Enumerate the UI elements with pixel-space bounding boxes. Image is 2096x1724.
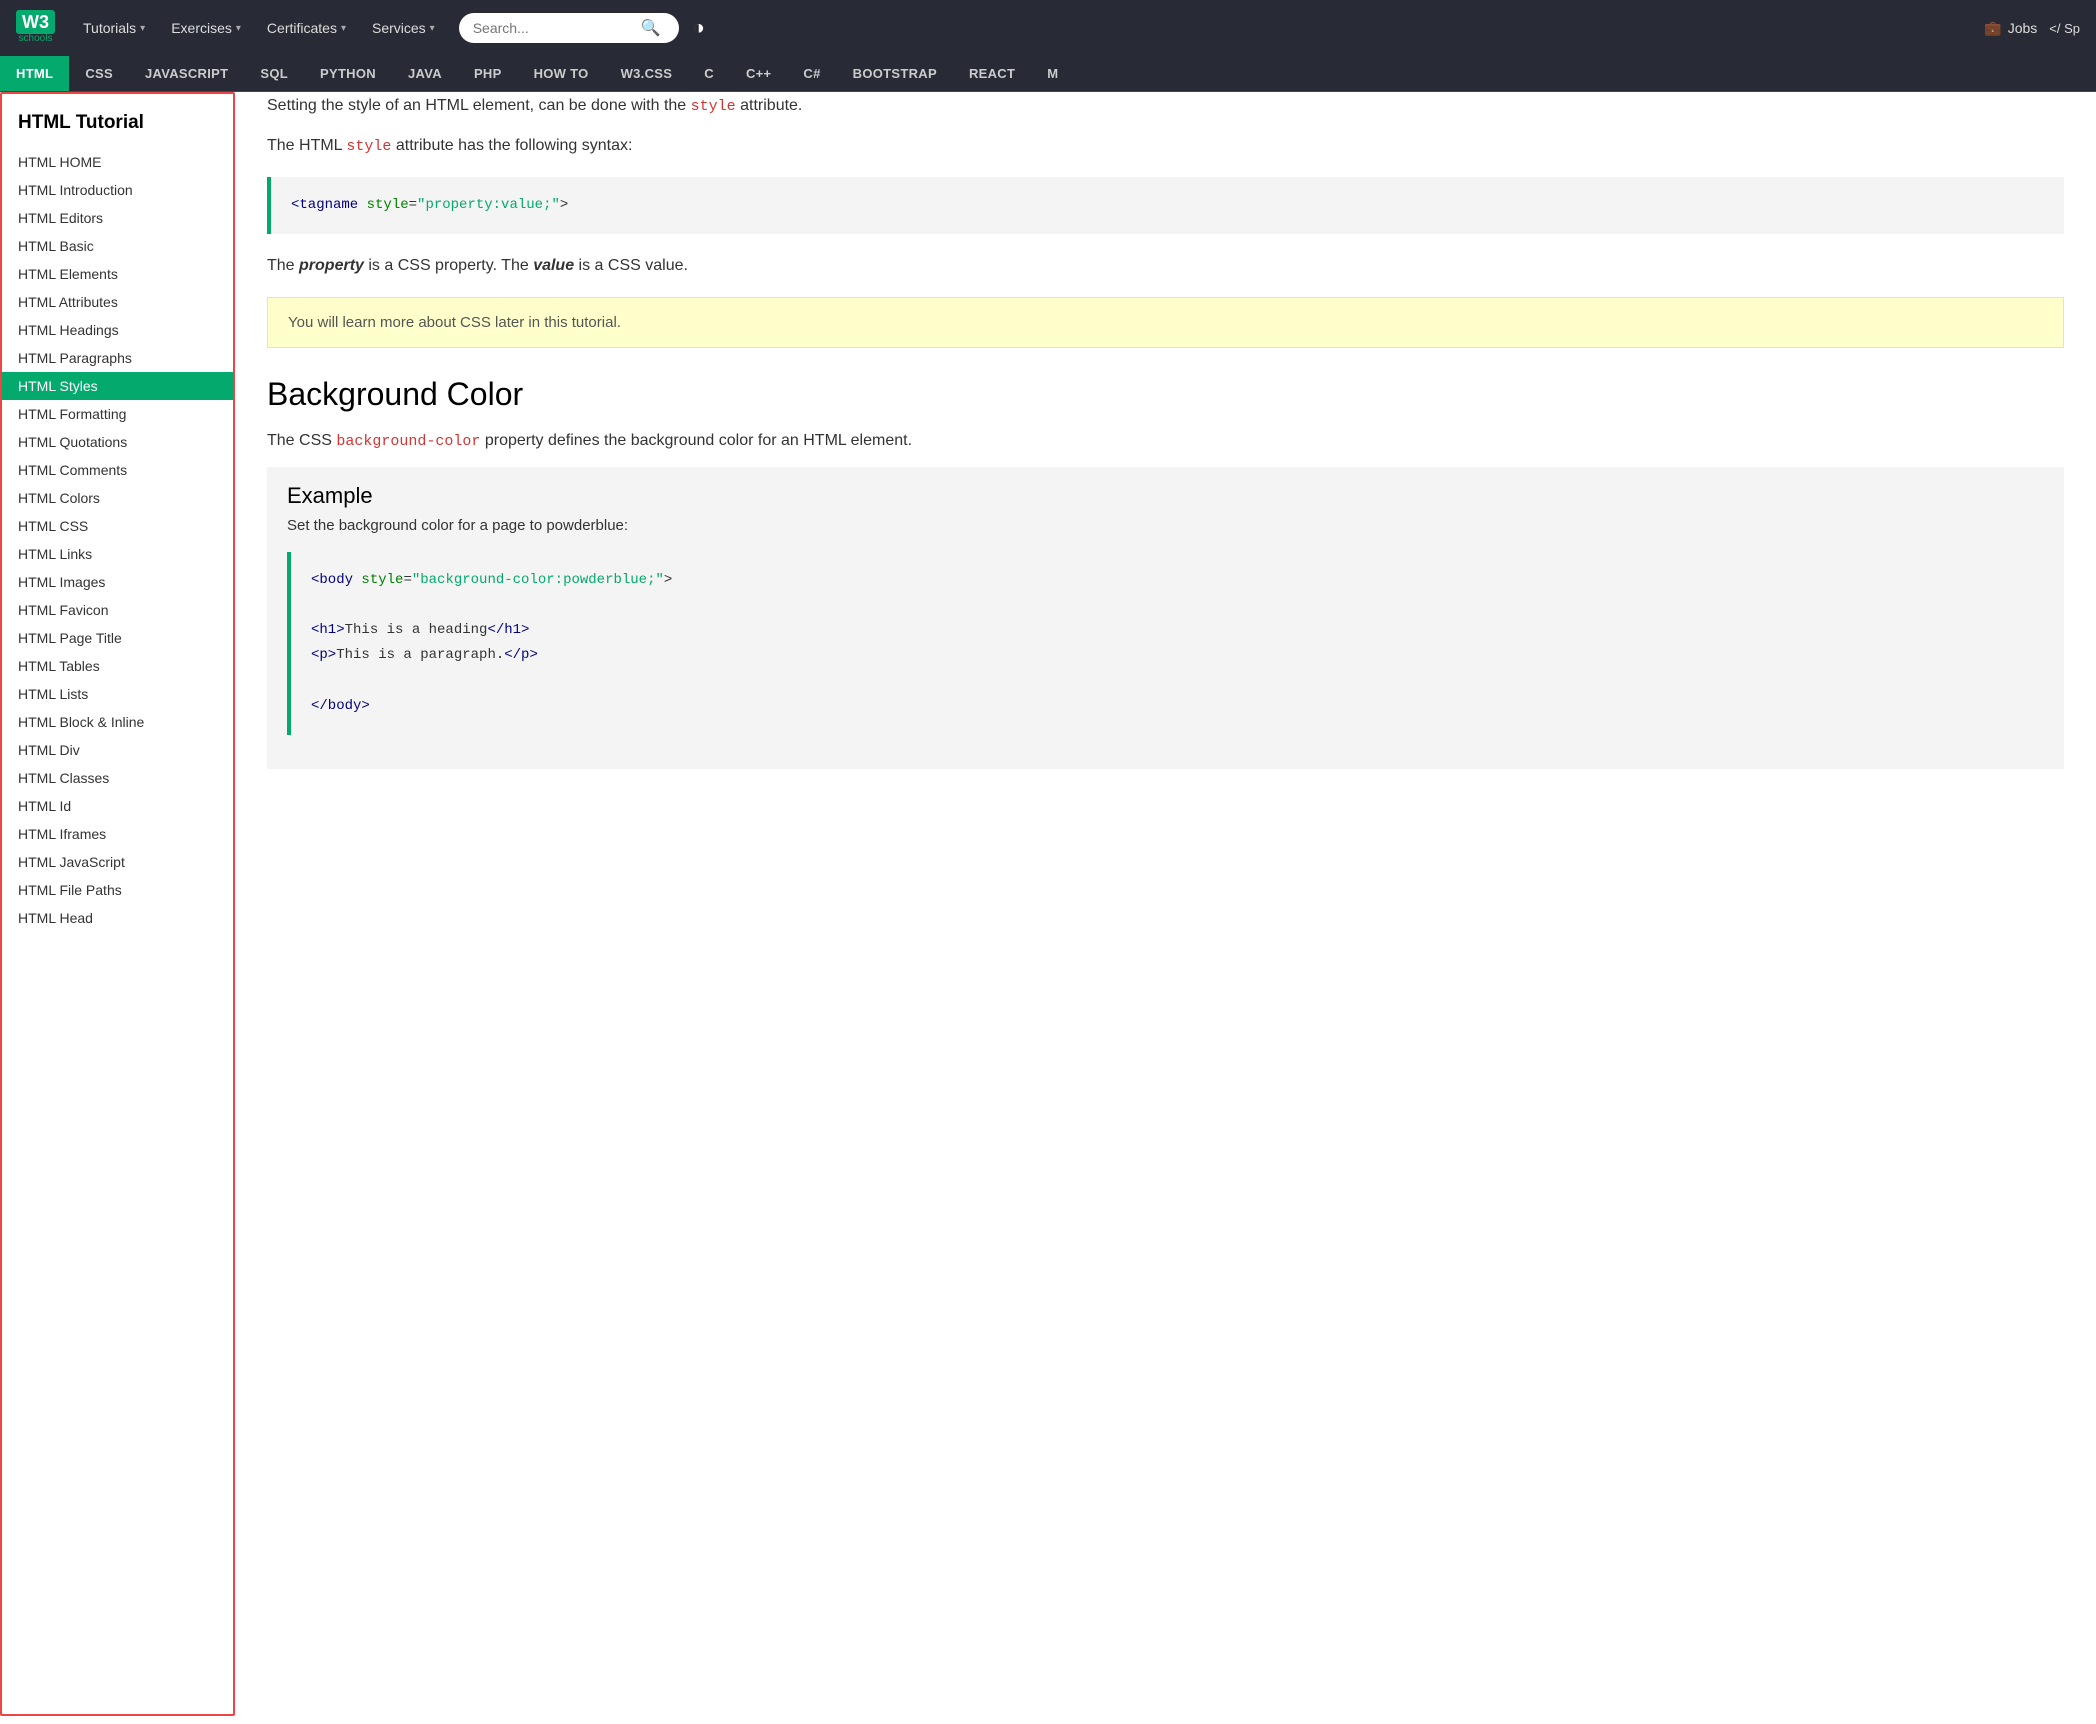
sidebar-item-javascript[interactable]: HTML JavaScript <box>2 848 233 876</box>
sidebar-item-page-title[interactable]: HTML Page Title <box>2 624 233 652</box>
topic-css[interactable]: CSS <box>69 56 129 91</box>
sidebar-item-images[interactable]: HTML Images <box>2 568 233 596</box>
style-code-inline-2: style <box>346 138 391 155</box>
code-block-2: <body style="background-color:powderblue… <box>287 552 2044 735</box>
top-navigation: W3 schools Tutorials ▾ Exercises ▾ Certi… <box>0 0 2096 56</box>
nav-right: 💼 Jobs </ Sp <box>1984 20 2080 37</box>
topic-csharp[interactable]: C# <box>787 56 836 91</box>
code-attr-1: style <box>367 197 409 213</box>
topic-cpp[interactable]: C++ <box>730 56 787 91</box>
page-layout: HTML Tutorial HTML HOME HTML Introductio… <box>0 92 2096 1716</box>
search-input[interactable] <box>473 20 633 36</box>
topic-java[interactable]: JAVA <box>392 56 458 91</box>
intro-paragraph-1: Setting the style of an HTML element, ca… <box>267 92 2064 120</box>
sidebar-item-home[interactable]: HTML HOME <box>2 148 233 176</box>
main-content: Setting the style of an HTML element, ca… <box>235 92 2096 1716</box>
sidebar-item-lists[interactable]: HTML Lists <box>2 680 233 708</box>
briefcase-icon: 💼 <box>1984 20 2001 37</box>
sidebar-item-basic[interactable]: HTML Basic <box>2 232 233 260</box>
bg-color-code: background-color <box>336 433 480 450</box>
example-title: Example <box>287 483 2044 509</box>
sidebar-item-block-inline[interactable]: HTML Block & Inline <box>2 708 233 736</box>
nav-exercises[interactable]: Exercises ▾ <box>161 12 251 44</box>
logo-text: W3 <box>16 10 55 34</box>
sidebar-item-id[interactable]: HTML Id <box>2 792 233 820</box>
sidebar-item-colors[interactable]: HTML Colors <box>2 484 233 512</box>
topic-c[interactable]: C <box>688 56 730 91</box>
topic-howto[interactable]: HOW TO <box>518 56 605 91</box>
chevron-down-icon: ▾ <box>236 23 241 34</box>
intro-paragraph-2: The HTML style attribute has the followi… <box>267 132 2064 160</box>
topic-html[interactable]: HTML <box>0 56 69 91</box>
topic-bootstrap[interactable]: BOOTSTRAP <box>837 56 953 91</box>
contrast-toggle-button[interactable]: ◑ <box>693 17 705 40</box>
nav-tutorials[interactable]: Tutorials ▾ <box>73 12 155 44</box>
topic-javascript[interactable]: JAVASCRIPT <box>129 56 244 91</box>
sidebar: HTML Tutorial HTML HOME HTML Introductio… <box>0 92 235 1716</box>
example-box: Example Set the background color for a p… <box>267 467 2064 769</box>
bg-color-heading: Background Color <box>267 376 2064 413</box>
sidebar-item-classes[interactable]: HTML Classes <box>2 764 233 792</box>
topic-w3css[interactable]: W3.CSS <box>605 56 689 91</box>
property-description: The property is a CSS property. The valu… <box>267 252 2064 279</box>
value-term: value <box>533 257 574 274</box>
bg-color-paragraph: The CSS background-color property define… <box>267 427 2064 455</box>
nav-certificates[interactable]: Certificates ▾ <box>257 12 356 44</box>
topic-php[interactable]: PHP <box>458 56 518 91</box>
sidebar-item-elements[interactable]: HTML Elements <box>2 260 233 288</box>
nav-services[interactable]: Services ▾ <box>362 12 445 44</box>
sidebar-item-introduction[interactable]: HTML Introduction <box>2 176 233 204</box>
style-code-inline-1: style <box>691 98 736 115</box>
topic-more[interactable]: M <box>1031 56 1074 91</box>
jobs-button[interactable]: 💼 Jobs <box>1984 20 2037 37</box>
sidebar-item-iframes[interactable]: HTML Iframes <box>2 820 233 848</box>
sidebar-item-editors[interactable]: HTML Editors <box>2 204 233 232</box>
code-block-1: <tagname style="property:value;"> <box>267 177 2064 234</box>
sidebar-item-attributes[interactable]: HTML Attributes <box>2 288 233 316</box>
topic-python[interactable]: PYTHON <box>304 56 392 91</box>
topic-sql[interactable]: SQL <box>244 56 304 91</box>
sidebar-item-quotations[interactable]: HTML Quotations <box>2 428 233 456</box>
sidebar-item-div[interactable]: HTML Div <box>2 736 233 764</box>
topic-react[interactable]: REACT <box>953 56 1031 91</box>
code-tag-1: <tagname <box>291 197 358 213</box>
sidebar-item-head[interactable]: HTML Head <box>2 904 233 932</box>
sidebar-item-headings[interactable]: HTML Headings <box>2 316 233 344</box>
note-box: You will learn more about CSS later in t… <box>267 297 2064 348</box>
sidebar-item-formatting[interactable]: HTML Formatting <box>2 400 233 428</box>
topic-bar: HTML CSS JAVASCRIPT SQL PYTHON JAVA PHP … <box>0 56 2096 92</box>
spaces-button[interactable]: </ Sp <box>2049 21 2080 36</box>
sidebar-item-paragraphs[interactable]: HTML Paragraphs <box>2 344 233 372</box>
property-term: property <box>299 257 364 274</box>
logo[interactable]: W3 schools <box>16 12 55 44</box>
sidebar-item-links[interactable]: HTML Links <box>2 540 233 568</box>
sidebar-item-styles[interactable]: HTML Styles <box>2 372 233 400</box>
sidebar-title: HTML Tutorial <box>2 104 233 148</box>
sidebar-item-file-paths[interactable]: HTML File Paths <box>2 876 233 904</box>
search-icon[interactable]: 🔍 <box>641 18 661 38</box>
chevron-down-icon: ▾ <box>341 23 346 34</box>
example-subtitle: Set the background color for a page to p… <box>287 517 2044 534</box>
logo-sub: schools <box>16 33 55 44</box>
sidebar-item-favicon[interactable]: HTML Favicon <box>2 596 233 624</box>
chevron-down-icon: ▾ <box>140 23 145 34</box>
chevron-down-icon: ▾ <box>430 23 435 34</box>
sidebar-item-tables[interactable]: HTML Tables <box>2 652 233 680</box>
search-box: 🔍 <box>459 13 679 43</box>
code-val-1: "property:value;" <box>417 197 560 213</box>
sidebar-item-css[interactable]: HTML CSS <box>2 512 233 540</box>
sidebar-item-comments[interactable]: HTML Comments <box>2 456 233 484</box>
